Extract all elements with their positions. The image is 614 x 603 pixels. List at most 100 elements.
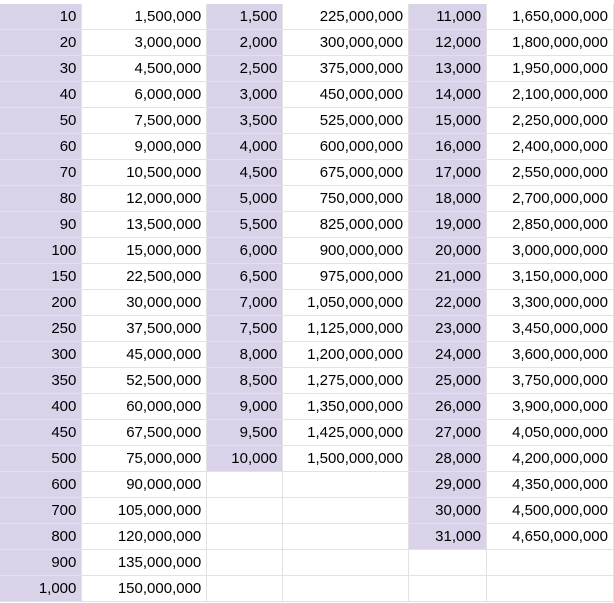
qty-cell[interactable]: 1,000: [0, 575, 83, 602]
qty-cell[interactable]: 26,000: [408, 393, 488, 420]
qty-cell[interactable]: 27,000: [408, 419, 488, 446]
qty-cell[interactable]: 900: [0, 549, 83, 576]
qty-cell[interactable]: 24,000: [408, 341, 488, 368]
value-cell[interactable]: 1,125,000,000: [282, 315, 410, 342]
value-cell[interactable]: [282, 497, 410, 524]
qty-cell[interactable]: 9,500: [206, 419, 284, 446]
value-cell[interactable]: 120,000,000: [81, 523, 208, 550]
value-cell[interactable]: 1,425,000,000: [282, 419, 410, 446]
value-cell[interactable]: 2,700,000,000: [486, 185, 614, 212]
qty-cell[interactable]: 17,000: [408, 159, 488, 186]
value-cell[interactable]: 60,000,000: [81, 393, 208, 420]
qty-cell[interactable]: 21,000: [408, 263, 488, 290]
qty-cell[interactable]: 200: [0, 289, 83, 316]
value-cell[interactable]: 825,000,000: [282, 211, 410, 238]
value-cell[interactable]: [486, 575, 614, 602]
value-cell[interactable]: 3,450,000,000: [486, 315, 614, 342]
value-cell[interactable]: 4,200,000,000: [486, 445, 614, 472]
qty-cell[interactable]: 22,000: [408, 289, 488, 316]
value-cell[interactable]: 45,000,000: [81, 341, 208, 368]
qty-cell[interactable]: 600: [0, 471, 83, 498]
qty-cell[interactable]: 14,000: [408, 81, 488, 108]
qty-cell[interactable]: 300: [0, 341, 83, 368]
value-cell[interactable]: 525,000,000: [282, 107, 410, 134]
value-cell[interactable]: 3,000,000: [81, 29, 208, 56]
qty-cell[interactable]: 2,000: [206, 29, 284, 56]
value-cell[interactable]: 3,750,000,000: [486, 367, 614, 394]
value-cell[interactable]: 2,550,000,000: [486, 159, 614, 186]
qty-cell[interactable]: 8,000: [206, 341, 284, 368]
value-cell[interactable]: 4,500,000: [81, 55, 208, 82]
qty-cell[interactable]: 2,500: [206, 55, 284, 82]
value-cell[interactable]: 1,275,000,000: [282, 367, 410, 394]
qty-cell[interactable]: 11,000: [408, 4, 488, 30]
qty-cell[interactable]: 400: [0, 393, 83, 420]
value-cell[interactable]: 300,000,000: [282, 29, 410, 56]
value-cell[interactable]: 1,800,000,000: [486, 29, 614, 56]
qty-cell[interactable]: 28,000: [408, 445, 488, 472]
qty-cell[interactable]: 40: [0, 81, 83, 108]
value-cell[interactable]: 4,050,000,000: [486, 419, 614, 446]
value-cell[interactable]: 6,000,000: [81, 81, 208, 108]
value-cell[interactable]: [486, 549, 614, 576]
value-cell[interactable]: 900,000,000: [282, 237, 410, 264]
qty-cell[interactable]: 6,000: [206, 237, 284, 264]
value-cell[interactable]: 3,000,000,000: [486, 237, 614, 264]
value-cell[interactable]: 1,500,000: [81, 4, 208, 30]
qty-cell[interactable]: 15,000: [408, 107, 488, 134]
qty-cell[interactable]: 350: [0, 367, 83, 394]
value-cell[interactable]: 3,900,000,000: [486, 393, 614, 420]
qty-cell[interactable]: 4,000: [206, 133, 284, 160]
qty-cell[interactable]: [206, 471, 284, 498]
qty-cell[interactable]: 7,000: [206, 289, 284, 316]
qty-cell[interactable]: [206, 549, 284, 576]
qty-cell[interactable]: 20: [0, 29, 83, 56]
value-cell[interactable]: 4,350,000,000: [486, 471, 614, 498]
value-cell[interactable]: 450,000,000: [282, 81, 410, 108]
qty-cell[interactable]: [408, 575, 488, 602]
qty-cell[interactable]: 25,000: [408, 367, 488, 394]
qty-cell[interactable]: 9,000: [206, 393, 284, 420]
qty-cell[interactable]: 6,500: [206, 263, 284, 290]
qty-cell[interactable]: [206, 575, 284, 602]
qty-cell[interactable]: 12,000: [408, 29, 488, 56]
qty-cell[interactable]: 18,000: [408, 185, 488, 212]
value-cell[interactable]: 52,500,000: [81, 367, 208, 394]
qty-cell[interactable]: 13,000: [408, 55, 488, 82]
value-cell[interactable]: 150,000,000: [81, 575, 208, 602]
qty-cell[interactable]: 450: [0, 419, 83, 446]
value-cell[interactable]: 4,500,000,000: [486, 497, 614, 524]
value-cell[interactable]: 2,400,000,000: [486, 133, 614, 160]
qty-cell[interactable]: 8,500: [206, 367, 284, 394]
qty-cell[interactable]: 50: [0, 107, 83, 134]
value-cell[interactable]: 90,000,000: [81, 471, 208, 498]
qty-cell[interactable]: 5,500: [206, 211, 284, 238]
value-cell[interactable]: 375,000,000: [282, 55, 410, 82]
value-cell[interactable]: 600,000,000: [282, 133, 410, 160]
qty-cell[interactable]: 1,500: [206, 4, 284, 30]
qty-cell[interactable]: 80: [0, 185, 83, 212]
qty-cell[interactable]: 70: [0, 159, 83, 186]
value-cell[interactable]: 1,500,000,000: [282, 445, 410, 472]
value-cell[interactable]: 2,100,000,000: [486, 81, 614, 108]
value-cell[interactable]: [282, 575, 410, 602]
value-cell[interactable]: 15,000,000: [81, 237, 208, 264]
value-cell[interactable]: 10,500,000: [81, 159, 208, 186]
qty-cell[interactable]: 7,500: [206, 315, 284, 342]
value-cell[interactable]: 22,500,000: [81, 263, 208, 290]
value-cell[interactable]: 1,650,000,000: [486, 4, 614, 30]
value-cell[interactable]: 75,000,000: [81, 445, 208, 472]
qty-cell[interactable]: 19,000: [408, 211, 488, 238]
value-cell[interactable]: 1,950,000,000: [486, 55, 614, 82]
value-cell[interactable]: 135,000,000: [81, 549, 208, 576]
qty-cell[interactable]: 10: [0, 4, 83, 30]
qty-cell[interactable]: 3,500: [206, 107, 284, 134]
qty-cell[interactable]: 30,000: [408, 497, 488, 524]
qty-cell[interactable]: [206, 497, 284, 524]
qty-cell[interactable]: 60: [0, 133, 83, 160]
value-cell[interactable]: 3,600,000,000: [486, 341, 614, 368]
value-cell[interactable]: 675,000,000: [282, 159, 410, 186]
qty-cell[interactable]: 800: [0, 523, 83, 550]
value-cell[interactable]: 2,250,000,000: [486, 107, 614, 134]
qty-cell[interactable]: 700: [0, 497, 83, 524]
